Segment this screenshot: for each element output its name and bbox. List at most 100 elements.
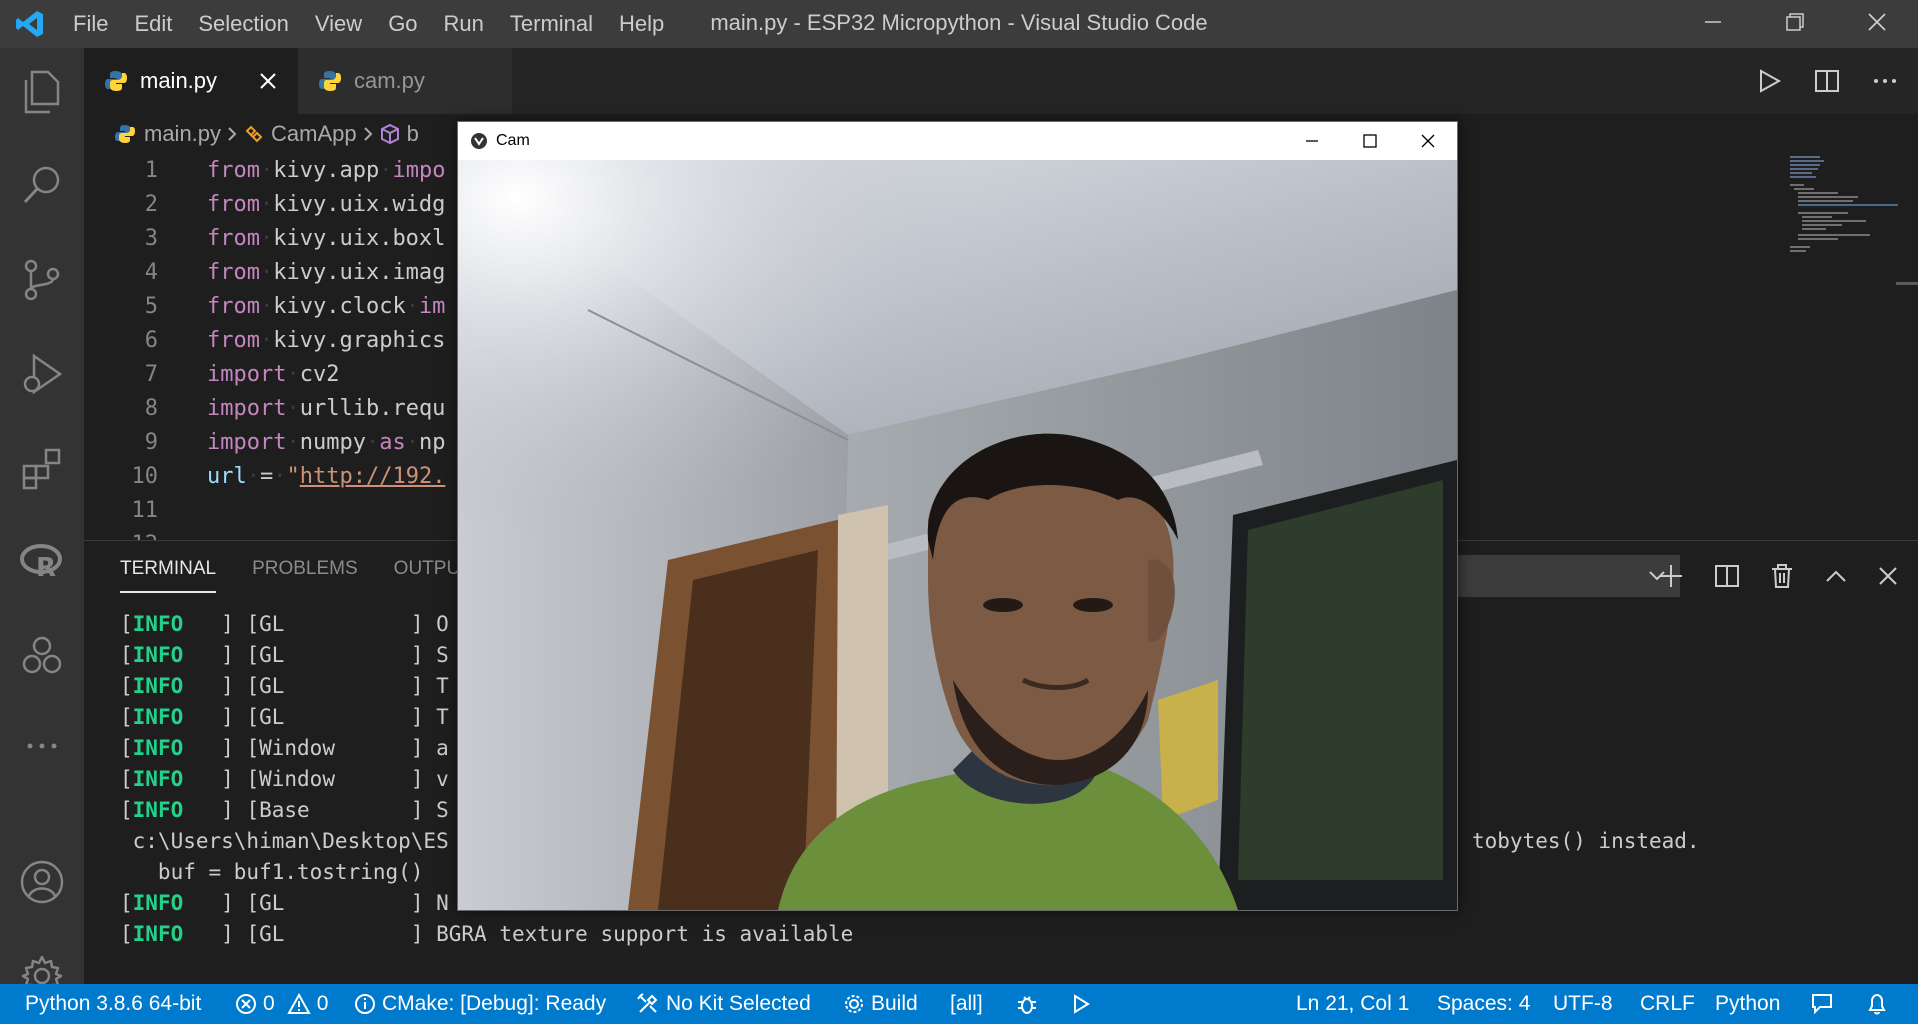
- terminal-line: [INFO ] [Window ] v: [120, 767, 449, 791]
- terminal-line: [INFO ] [GL ] T: [120, 674, 449, 698]
- r-language-icon[interactable]: R: [0, 522, 84, 602]
- cam-title-bar[interactable]: Cam: [458, 122, 1457, 160]
- minimize-button[interactable]: [1672, 0, 1754, 44]
- breadcrumb-class[interactable]: CamApp: [271, 121, 357, 147]
- notifications-bell-icon[interactable]: [1866, 984, 1888, 1024]
- menu-edit[interactable]: Edit: [121, 0, 185, 48]
- tab-label: main.py: [140, 68, 218, 93]
- encoding[interactable]: UTF-8: [1553, 984, 1613, 1024]
- code-line: from·kivy.uix.widg: [207, 192, 446, 217]
- split-editor-icon[interactable]: [1814, 68, 1840, 94]
- vscode-logo-icon: [0, 0, 60, 48]
- new-terminal-icon[interactable]: [1658, 563, 1684, 589]
- tab-main-py[interactable]: main.py: [84, 48, 298, 114]
- search-icon[interactable]: [0, 145, 84, 225]
- terminal-line: [INFO ] [GL ] BGRA texture support is av…: [120, 922, 854, 946]
- breadcrumb-method[interactable]: b: [407, 121, 419, 147]
- close-panel-icon[interactable]: [1878, 566, 1898, 586]
- terminal-line: buf = buf1.tostring(): [120, 860, 424, 884]
- terminal-line: c:\Users\himan\Desktop\ES: [120, 829, 449, 853]
- menu-view[interactable]: View: [302, 0, 375, 48]
- terminal-warning-tail: tobytes() instead.: [1472, 829, 1700, 853]
- code-line: from·kivy.uix.boxl: [207, 226, 446, 251]
- camera-feed-image: [458, 160, 1457, 910]
- source-control-icon[interactable]: [0, 240, 84, 320]
- line-number: 1: [144, 158, 158, 183]
- tab-cam-py[interactable]: cam.py: [298, 48, 512, 114]
- tools-icon: [636, 992, 660, 1016]
- menu-go[interactable]: Go: [375, 0, 430, 48]
- feedback-icon[interactable]: [1810, 984, 1834, 1024]
- menu-selection[interactable]: Selection: [185, 0, 302, 48]
- terminal-line: [INFO ] [GL ] T: [120, 705, 449, 729]
- maximize-panel-icon[interactable]: [1824, 568, 1848, 584]
- error-icon: [235, 993, 257, 1015]
- circles-extension-icon[interactable]: [0, 616, 84, 696]
- run-debug-icon[interactable]: [0, 334, 84, 414]
- explorer-icon[interactable]: [0, 52, 84, 132]
- cursor-position[interactable]: Ln 21, Col 1: [1296, 984, 1409, 1024]
- terminal-line: [INFO ] [GL ] N: [120, 891, 449, 915]
- cam-maximize-button[interactable]: [1341, 122, 1399, 160]
- activity-bar: R: [0, 48, 84, 997]
- menu-file[interactable]: File: [60, 0, 121, 48]
- tab-problems[interactable]: PROBLEMS: [252, 541, 358, 597]
- terminal-line: [INFO ] [Base ] S: [120, 798, 449, 822]
- restore-button[interactable]: [1754, 0, 1836, 44]
- account-icon[interactable]: [0, 842, 84, 922]
- breadcrumb-file[interactable]: main.py: [144, 121, 221, 147]
- editor-tab-bar: main.py cam.py: [84, 48, 1918, 114]
- line-number: 8: [144, 396, 158, 421]
- problems-status[interactable]: 0 0: [235, 984, 328, 1024]
- indentation[interactable]: Spaces: 4: [1437, 984, 1530, 1024]
- line-number: 7: [144, 362, 158, 387]
- class-icon: [243, 123, 265, 145]
- end-of-line[interactable]: CRLF: [1640, 984, 1695, 1024]
- build-button[interactable]: Build: [843, 984, 918, 1024]
- python-interpreter[interactable]: Python 3.8.6 64-bit: [25, 984, 201, 1024]
- run-play-icon[interactable]: [1072, 984, 1090, 1024]
- tab-terminal[interactable]: TERMINAL: [120, 541, 217, 597]
- code-line: url·=·"http://192.: [207, 464, 446, 489]
- split-terminal-icon[interactable]: [1714, 563, 1740, 589]
- cam-window[interactable]: Cam: [457, 121, 1458, 911]
- cam-minimize-button[interactable]: [1283, 122, 1341, 160]
- line-number: 5: [144, 294, 158, 319]
- kit-selector[interactable]: No Kit Selected: [636, 984, 811, 1024]
- debug-bug-icon[interactable]: [1016, 984, 1038, 1024]
- more-actions-icon[interactable]: [1872, 77, 1898, 85]
- info-icon: [354, 993, 376, 1015]
- cmake-status[interactable]: CMake: [Debug]: Ready: [354, 984, 606, 1024]
- code-line: from·kivy.clock·im: [207, 294, 446, 319]
- chevron-right-icon: [363, 126, 373, 142]
- cam-close-button[interactable]: [1399, 122, 1457, 160]
- scrollbar-marker[interactable]: [1896, 282, 1918, 285]
- close-tab-icon[interactable]: [259, 72, 277, 90]
- line-number: 12: [84, 528, 159, 540]
- terminal-line: [INFO ] [Window ] a: [120, 736, 449, 760]
- svg-text:R: R: [36, 553, 56, 582]
- close-window-button[interactable]: [1836, 0, 1918, 44]
- menu-bar: File Edit Selection View Go Run Terminal…: [60, 0, 677, 48]
- menu-help[interactable]: Help: [606, 0, 677, 48]
- extensions-icon[interactable]: [0, 428, 84, 508]
- line-number: 3: [144, 226, 158, 251]
- terminal-dropdown[interactable]: [1458, 555, 1680, 597]
- language-mode[interactable]: Python: [1715, 984, 1780, 1024]
- method-icon: [379, 123, 401, 145]
- menu-terminal[interactable]: Terminal: [497, 0, 606, 48]
- kill-terminal-icon[interactable]: [1770, 563, 1794, 589]
- run-file-icon[interactable]: [1756, 68, 1782, 94]
- menu-run[interactable]: Run: [431, 0, 497, 48]
- minimap[interactable]: [1788, 154, 1908, 274]
- code-line: from·kivy.uix.imag: [207, 260, 446, 285]
- more-views-icon[interactable]: [0, 706, 84, 786]
- code-line: import·cv2: [207, 362, 340, 387]
- python-icon: [318, 69, 342, 93]
- gear-icon: [843, 993, 865, 1015]
- code-line: from·kivy.graphics: [207, 328, 446, 353]
- python-icon: [104, 69, 128, 93]
- warning-icon: [286, 993, 311, 1015]
- build-target[interactable]: [all]: [950, 984, 983, 1024]
- line-number: 9: [144, 430, 158, 455]
